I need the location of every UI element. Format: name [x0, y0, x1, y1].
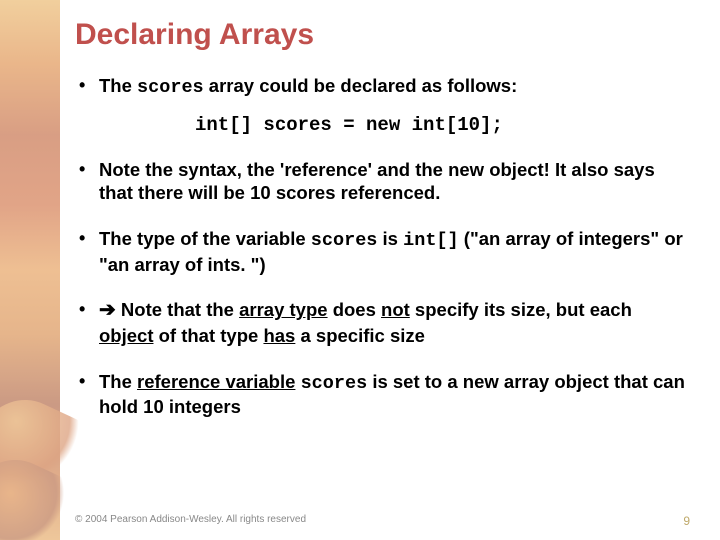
bullet-list: The scores array could be declared as fo… — [75, 74, 690, 419]
bullet-4-u1: array type — [239, 299, 327, 320]
copyright-text: © 2004 Pearson Addison-Wesley. All right… — [75, 514, 306, 528]
code-declaration: int[] scores = new int[10]; — [75, 114, 690, 136]
bullet-1-code: scores — [137, 77, 204, 98]
bullet-4-u4: has — [263, 325, 295, 346]
arrow-icon: ➔ — [99, 299, 116, 321]
bullet-4-text-c: specify its size, but each — [410, 299, 632, 320]
bullet-4-text-b: does — [328, 299, 381, 320]
bullet-4-u2: not — [381, 299, 410, 320]
bullet-4-text-d: of that type — [153, 325, 263, 346]
bullet-5-code: scores — [301, 373, 368, 394]
bullet-1: The scores array could be declared as fo… — [75, 74, 690, 100]
decorative-leaf-strip — [0, 0, 60, 540]
bullet-3-code-1: scores — [311, 230, 378, 251]
bullet-1-text-b: array could be declared as follows: — [204, 75, 518, 96]
page-number: 9 — [683, 514, 690, 528]
bullet-4-text-e: a specific size — [295, 325, 425, 346]
bullet-3: The type of the variable scores is int[]… — [75, 227, 690, 276]
slide-content: Declaring Arrays The scores array could … — [75, 18, 690, 510]
slide: Declaring Arrays The scores array could … — [0, 0, 720, 540]
bullet-4-text-a: Note that the — [116, 299, 239, 320]
bullet-5-u1: reference variable — [137, 371, 295, 392]
bullet-5: The reference variable scores is set to … — [75, 370, 690, 419]
bullet-3-text-a: The type of the variable — [99, 228, 311, 249]
slide-title: Declaring Arrays — [75, 18, 690, 52]
slide-footer: © 2004 Pearson Addison-Wesley. All right… — [75, 514, 690, 528]
bullet-2: Note the syntax, the 'reference' and the… — [75, 158, 690, 205]
bullet-3-code-2: int[] — [403, 230, 459, 251]
bullet-4-u3: object — [99, 325, 153, 346]
bullet-3-text-b: is — [377, 228, 403, 249]
bullet-4: ➔ Note that the array type does not spec… — [75, 298, 690, 347]
bullet-2-text: Note the syntax, the 'reference' and the… — [99, 159, 655, 204]
bullet-5-text-a: The — [99, 371, 137, 392]
bullet-1-text-a: The — [99, 75, 137, 96]
